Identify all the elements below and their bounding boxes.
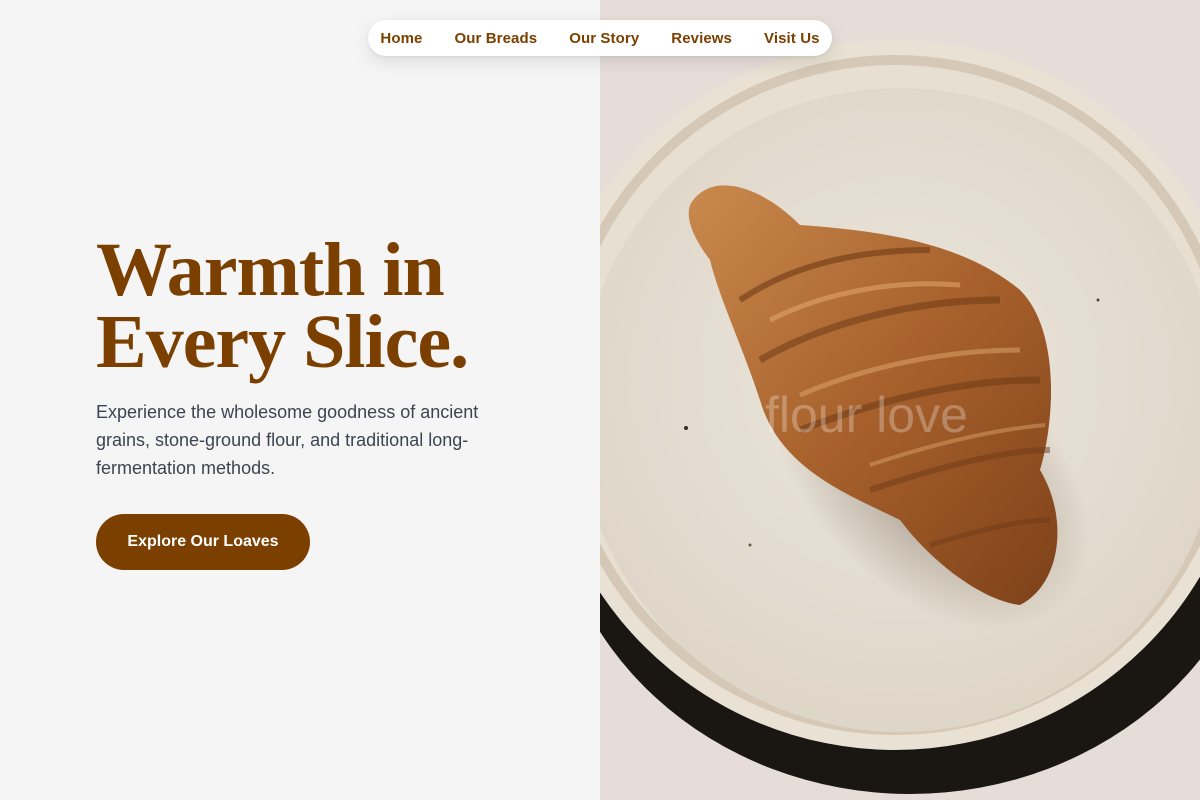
main-nav: Home Our Breads Our Story Reviews Visit … [368, 20, 832, 56]
explore-loaves-button[interactable]: Explore Our Loaves [96, 514, 310, 570]
hero-text-panel: Warmth in Every Slice. Experience the wh… [0, 0, 600, 800]
page: Warmth in Every Slice. Experience the wh… [0, 0, 1200, 800]
nav-item-our-story[interactable]: Our Story [569, 30, 639, 47]
nav-item-visit-us[interactable]: Visit Us [764, 30, 820, 47]
nav-item-reviews[interactable]: Reviews [671, 30, 732, 47]
hero-subtitle: Experience the wholesome goodness of anc… [96, 402, 479, 478]
nav-item-home[interactable]: Home [380, 30, 422, 47]
hero-title: Warmth in Every Slice. [96, 228, 469, 384]
nav-item-our-breads[interactable]: Our Breads [454, 30, 537, 47]
hero-image: flour love [600, 0, 1200, 800]
watermark-text: flour love [765, 387, 968, 443]
hero-title-line-2: Every Slice. [96, 300, 469, 384]
croissant-plate-image: flour love [600, 40, 1200, 794]
hero-title-line-1: Warmth in [96, 228, 445, 312]
